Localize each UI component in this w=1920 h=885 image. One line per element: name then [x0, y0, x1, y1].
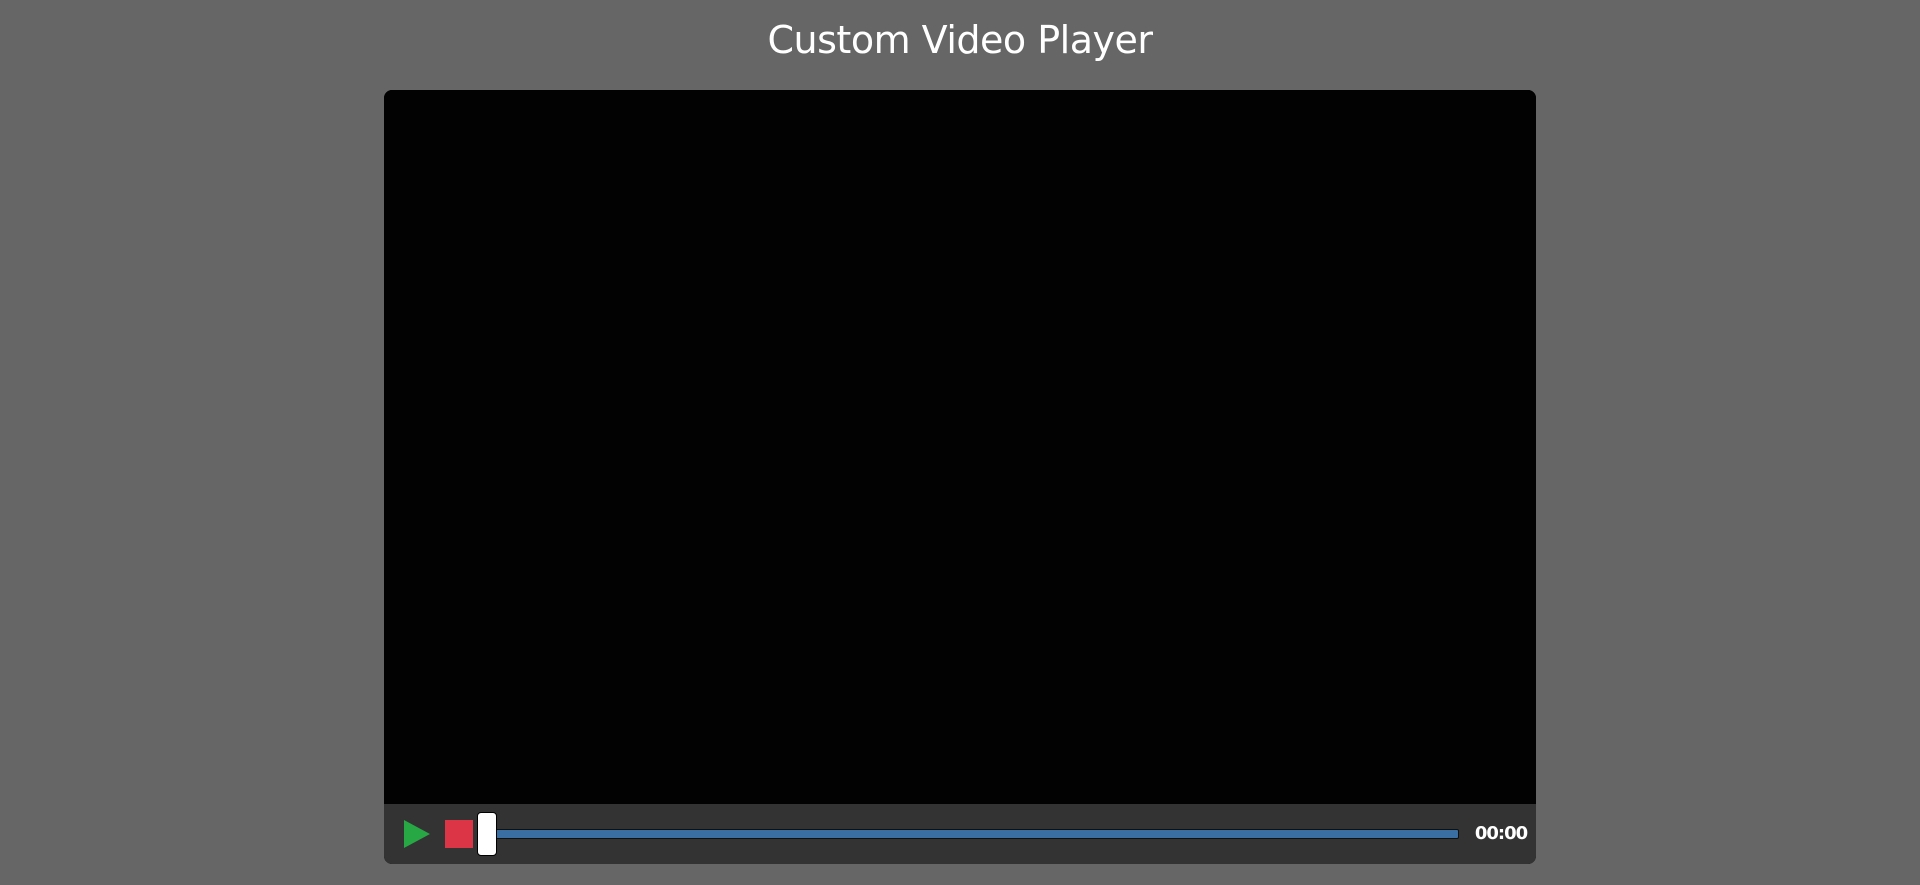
stop-icon	[445, 820, 473, 848]
stop-button[interactable]	[445, 820, 473, 848]
time-display: 00:00	[1474, 823, 1528, 844]
video-player: 00:00	[384, 90, 1536, 864]
play-button[interactable]	[402, 818, 432, 850]
play-icon	[404, 820, 430, 848]
progress-slider[interactable]	[477, 812, 1459, 856]
page-title: Custom Video Player	[767, 18, 1153, 62]
controls-bar: 00:00	[384, 804, 1536, 864]
video-screen[interactable]	[384, 90, 1536, 804]
progress-thumb[interactable]	[477, 812, 497, 856]
progress-track[interactable]	[483, 829, 1459, 839]
